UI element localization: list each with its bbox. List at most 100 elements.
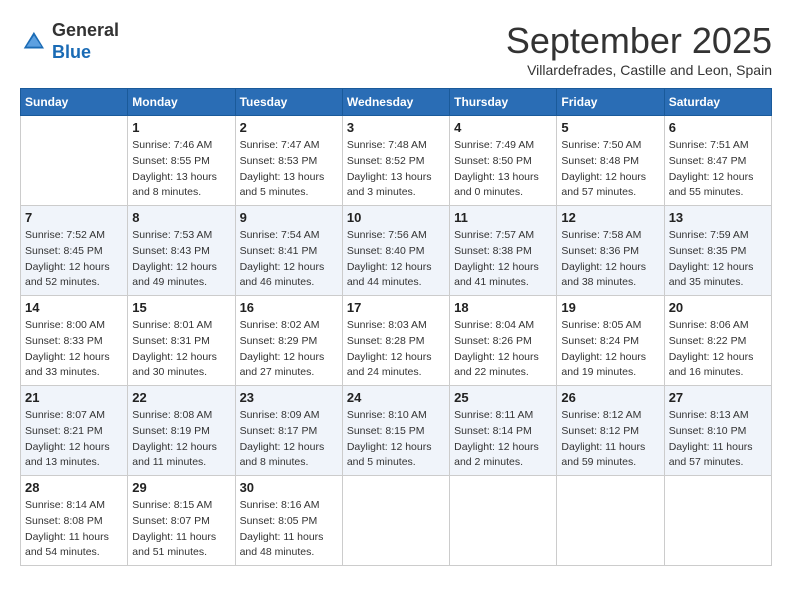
- day-number: 15: [132, 300, 230, 315]
- calendar-week: 28Sunrise: 8:14 AMSunset: 8:08 PMDayligh…: [21, 476, 772, 566]
- calendar-cell: 10 Sunrise: 7:56 AMSunset: 8:40 PMDayligh…: [342, 206, 449, 296]
- day-info: Sunrise: 8:15 AMSunset: 8:07 PMDaylight:…: [132, 498, 230, 561]
- calendar-cell: [342, 476, 449, 566]
- calendar-cell: [664, 476, 771, 566]
- day-number: 7: [25, 210, 123, 225]
- day-info: Sunrise: 7:56 AMSunset: 8:40 PMDaylight:…: [347, 228, 445, 291]
- calendar-cell: 24Sunrise: 8:10 AMSunset: 8:15 PMDayligh…: [342, 386, 449, 476]
- day-info: Sunrise: 7:51 AMSunset: 8:47 PMDaylight:…: [669, 138, 767, 201]
- calendar-cell: 5Sunrise: 7:50 AMSunset: 8:48 PMDaylight…: [557, 116, 664, 206]
- day-number: 26: [561, 390, 659, 405]
- day-info: Sunrise: 7:57 AMSunset: 8:38 PMDaylight:…: [454, 228, 552, 291]
- calendar-cell: 30Sunrise: 8:16 AMSunset: 8:05 PMDayligh…: [235, 476, 342, 566]
- calendar-header: SundayMondayTuesdayWednesdayThursdayFrid…: [21, 89, 772, 116]
- calendar-cell: 21Sunrise: 8:07 AMSunset: 8:21 PMDayligh…: [21, 386, 128, 476]
- calendar-cell: 22 Sunrise: 8:08 AMSunset: 8:19 PMDayligh…: [128, 386, 235, 476]
- day-info: Sunrise: 7:48 AMSunset: 8:52 PMDaylight:…: [347, 138, 445, 201]
- day-number: 12: [561, 210, 659, 225]
- calendar-cell: [21, 116, 128, 206]
- calendar-cell: 1Sunrise: 7:46 AMSunset: 8:55 PMDaylight…: [128, 116, 235, 206]
- day-info: Sunrise: 8:04 AMSunset: 8:26 PMDaylight:…: [454, 318, 552, 381]
- day-info: Sunrise: 8:02 AMSunset: 8:29 PMDaylight:…: [240, 318, 338, 381]
- day-info: Sunrise: 7:59 AMSunset: 8:35 PMDaylight:…: [669, 228, 767, 291]
- title-block: September 2025 Villardefrades, Castille …: [506, 20, 772, 78]
- calendar-cell: 6 Sunrise: 7:51 AMSunset: 8:47 PMDaylight…: [664, 116, 771, 206]
- calendar-week: 1Sunrise: 7:46 AMSunset: 8:55 PMDaylight…: [21, 116, 772, 206]
- calendar-table: SundayMondayTuesdayWednesdayThursdayFrid…: [20, 88, 772, 566]
- calendar-cell: 23 Sunrise: 8:09 AMSunset: 8:17 PMDayligh…: [235, 386, 342, 476]
- day-number: 29: [132, 480, 230, 495]
- header-day: Thursday: [450, 89, 557, 116]
- day-info: Sunrise: 8:00 AMSunset: 8:33 PMDaylight:…: [25, 318, 123, 381]
- logo-text: General Blue: [52, 20, 119, 63]
- day-info: Sunrise: 7:53 AMSunset: 8:43 PMDaylight:…: [132, 228, 230, 291]
- header-day: Saturday: [664, 89, 771, 116]
- day-info: Sunrise: 8:12 AMSunset: 8:12 PMDaylight:…: [561, 408, 659, 471]
- calendar-cell: 11 Sunrise: 7:57 AMSunset: 8:38 PMDayligh…: [450, 206, 557, 296]
- day-number: 18: [454, 300, 552, 315]
- day-number: 13: [669, 210, 767, 225]
- calendar-body: 1Sunrise: 7:46 AMSunset: 8:55 PMDaylight…: [21, 116, 772, 566]
- page-header: General Blue September 2025 Villardefrad…: [20, 20, 772, 78]
- calendar-cell: 20 Sunrise: 8:06 AMSunset: 8:22 PMDayligh…: [664, 296, 771, 386]
- calendar-cell: 27 Sunrise: 8:13 AMSunset: 8:10 PMDayligh…: [664, 386, 771, 476]
- subtitle: Villardefrades, Castille and Leon, Spain: [506, 62, 772, 78]
- day-info: Sunrise: 8:03 AMSunset: 8:28 PMDaylight:…: [347, 318, 445, 381]
- day-number: 10: [347, 210, 445, 225]
- day-number: 25: [454, 390, 552, 405]
- day-number: 21: [25, 390, 123, 405]
- calendar-cell: 17 Sunrise: 8:03 AMSunset: 8:28 PMDayligh…: [342, 296, 449, 386]
- calendar-cell: 15Sunrise: 8:01 AMSunset: 8:31 PMDayligh…: [128, 296, 235, 386]
- day-number: 14: [25, 300, 123, 315]
- calendar-cell: 16Sunrise: 8:02 AMSunset: 8:29 PMDayligh…: [235, 296, 342, 386]
- day-number: 11: [454, 210, 552, 225]
- day-number: 2: [240, 120, 338, 135]
- day-info: Sunrise: 8:10 AMSunset: 8:15 PMDaylight:…: [347, 408, 445, 471]
- logo: General Blue: [20, 20, 119, 63]
- calendar-cell: 13 Sunrise: 7:59 AMSunset: 8:35 PMDayligh…: [664, 206, 771, 296]
- calendar-cell: [450, 476, 557, 566]
- day-info: Sunrise: 7:50 AMSunset: 8:48 PMDaylight:…: [561, 138, 659, 201]
- month-title: September 2025: [506, 20, 772, 62]
- day-number: 23: [240, 390, 338, 405]
- day-info: Sunrise: 8:06 AMSunset: 8:22 PMDaylight:…: [669, 318, 767, 381]
- calendar-cell: 28Sunrise: 8:14 AMSunset: 8:08 PMDayligh…: [21, 476, 128, 566]
- day-number: 19: [561, 300, 659, 315]
- day-number: 27: [669, 390, 767, 405]
- day-info: Sunrise: 8:09 AMSunset: 8:17 PMDaylight:…: [240, 408, 338, 471]
- day-number: 20: [669, 300, 767, 315]
- calendar-cell: 26 Sunrise: 8:12 AMSunset: 8:12 PMDayligh…: [557, 386, 664, 476]
- day-number: 22: [132, 390, 230, 405]
- day-info: Sunrise: 7:49 AMSunset: 8:50 PMDaylight:…: [454, 138, 552, 201]
- day-number: 4: [454, 120, 552, 135]
- day-number: 3: [347, 120, 445, 135]
- calendar-cell: 14 Sunrise: 8:00 AMSunset: 8:33 PMDayligh…: [21, 296, 128, 386]
- header-day: Friday: [557, 89, 664, 116]
- day-info: Sunrise: 7:46 AMSunset: 8:55 PMDaylight:…: [132, 138, 230, 201]
- header-day: Tuesday: [235, 89, 342, 116]
- calendar-cell: 4 Sunrise: 7:49 AMSunset: 8:50 PMDaylight…: [450, 116, 557, 206]
- calendar-cell: 3 Sunrise: 7:48 AMSunset: 8:52 PMDaylight…: [342, 116, 449, 206]
- day-info: Sunrise: 8:11 AMSunset: 8:14 PMDaylight:…: [454, 408, 552, 471]
- calendar-cell: 7Sunrise: 7:52 AMSunset: 8:45 PMDaylight…: [21, 206, 128, 296]
- calendar-cell: 12 Sunrise: 7:58 AMSunset: 8:36 PMDayligh…: [557, 206, 664, 296]
- day-info: Sunrise: 7:54 AMSunset: 8:41 PMDaylight:…: [240, 228, 338, 291]
- day-number: 6: [669, 120, 767, 135]
- calendar-cell: 19Sunrise: 8:05 AMSunset: 8:24 PMDayligh…: [557, 296, 664, 386]
- calendar-week: 7Sunrise: 7:52 AMSunset: 8:45 PMDaylight…: [21, 206, 772, 296]
- calendar-cell: 29 Sunrise: 8:15 AMSunset: 8:07 PMDayligh…: [128, 476, 235, 566]
- day-info: Sunrise: 7:58 AMSunset: 8:36 PMDaylight:…: [561, 228, 659, 291]
- header-day: Monday: [128, 89, 235, 116]
- day-info: Sunrise: 8:13 AMSunset: 8:10 PMDaylight:…: [669, 408, 767, 471]
- header-day: Wednesday: [342, 89, 449, 116]
- calendar-cell: 9Sunrise: 7:54 AMSunset: 8:41 PMDaylight…: [235, 206, 342, 296]
- calendar-week: 21Sunrise: 8:07 AMSunset: 8:21 PMDayligh…: [21, 386, 772, 476]
- day-number: 30: [240, 480, 338, 495]
- day-info: Sunrise: 7:47 AMSunset: 8:53 PMDaylight:…: [240, 138, 338, 201]
- day-number: 8: [132, 210, 230, 225]
- day-number: 17: [347, 300, 445, 315]
- calendar-cell: 18 Sunrise: 8:04 AMSunset: 8:26 PMDayligh…: [450, 296, 557, 386]
- day-info: Sunrise: 8:14 AMSunset: 8:08 PMDaylight:…: [25, 498, 123, 561]
- day-info: Sunrise: 8:08 AMSunset: 8:19 PMDaylight:…: [132, 408, 230, 471]
- logo-icon: [20, 28, 48, 56]
